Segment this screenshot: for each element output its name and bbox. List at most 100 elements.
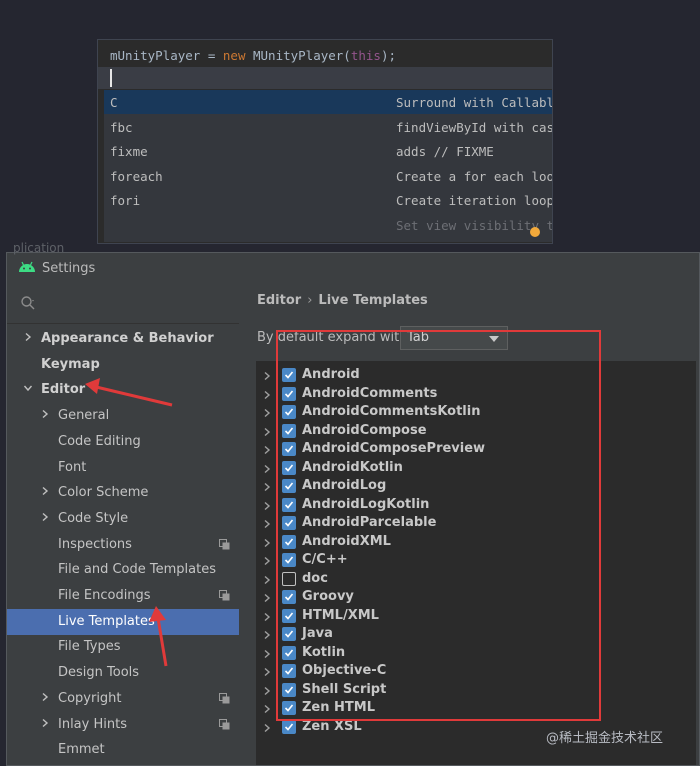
sidebar-item-label: File and Code Templates: [58, 562, 216, 578]
completion-description: Surround with Callable: [396, 95, 553, 110]
chevron-right-icon[interactable]: [262, 501, 272, 511]
chevron-right-icon[interactable]: [262, 408, 272, 418]
project-scope-icon: [219, 718, 230, 729]
sidebar-item-file-and-code-templates[interactable]: File and Code Templates: [7, 557, 239, 583]
sidebar-item-file-types[interactable]: File Types: [7, 634, 239, 660]
completion-item[interactable]: C Surround with Callable: [104, 90, 552, 114]
annotation-arrow-live-templates-icon: [149, 606, 168, 667]
android-icon: [19, 261, 35, 272]
checkmark-icon: [284, 722, 294, 731]
sidebar-item-code-editing[interactable]: Code Editing: [7, 429, 239, 455]
chevron-right-icon[interactable]: [262, 371, 272, 381]
sidebar-item-inspections[interactable]: Inspections: [7, 532, 239, 558]
background-text: plication: [13, 241, 65, 255]
chevron-right-icon[interactable]: [262, 704, 272, 714]
sidebar-item-color-scheme[interactable]: Color Scheme: [7, 480, 239, 506]
breadcrumb: Editor › Live Templates: [257, 293, 428, 308]
chevron-right-icon[interactable]: [262, 427, 272, 437]
sidebar-item-label: Copyright: [58, 690, 122, 706]
chevron-right-icon[interactable]: [23, 332, 33, 342]
sidebar-item-label: File Encodings: [58, 588, 151, 603]
completion-description: Create iteration loop: [396, 193, 553, 208]
completion-item[interactable]: Set view visibility to GONE: [104, 213, 552, 237]
completion-abbreviation: C: [110, 95, 118, 110]
completion-abbreviation: fixme: [110, 144, 148, 159]
code-keyword-new: new: [222, 48, 246, 63]
completion-list[interactable]: C Surround with Callable fbc findViewById w…: [104, 90, 552, 242]
code-editor-popup: mUnityPlayer = new MUnityPlayer(this); C…: [97, 39, 553, 244]
code-tail: );: [380, 48, 396, 63]
chevron-right-icon[interactable]: [262, 612, 272, 622]
sidebar-item-label: Color Scheme: [58, 485, 149, 501]
chevron-right-icon[interactable]: [40, 512, 50, 522]
completion-item[interactable]: foreach Create a for each loop: [104, 164, 552, 188]
dialog-title: Settings: [42, 261, 96, 276]
chevron-right-icon[interactable]: [262, 649, 272, 659]
completion-abbreviation: fbc: [110, 119, 133, 135]
sidebar-item-appearance-behavior[interactable]: Appearance & Behavior: [7, 326, 239, 352]
annotation-arrow-editor-icon: [85, 378, 173, 407]
code-class-call: MUnityPlayer(: [245, 48, 351, 63]
completion-description: findViewById with cast: [396, 119, 553, 135]
sidebar-item-inlay-hints[interactable]: Inlay Hints: [7, 712, 239, 738]
sidebar-item-emmet[interactable]: Emmet: [7, 737, 239, 763]
chevron-right-icon[interactable]: [262, 556, 272, 566]
search-icon[interactable]: [20, 295, 36, 311]
sidebar-item-label: Emmet: [58, 742, 105, 758]
chevron-right-icon[interactable]: [40, 718, 50, 728]
sidebar-item-file-encodings[interactable]: File Encodings: [7, 583, 239, 609]
chevron-right-icon[interactable]: [262, 686, 272, 696]
completion-abbreviation: fori: [110, 193, 141, 208]
chevron-right-icon[interactable]: [40, 486, 50, 496]
sidebar-item-label: Font: [58, 459, 87, 475]
chevron-right-icon[interactable]: [262, 519, 272, 529]
completion-item[interactable]: fixme adds // FIXME: [104, 139, 552, 163]
code-equals: =: [200, 48, 223, 63]
sidebar-item-label: Inspections: [58, 536, 132, 552]
completion-item[interactable]: fori Create iteration loop: [104, 188, 552, 212]
completion-abbreviation: foreach: [110, 168, 163, 184]
search-divider: [7, 323, 239, 324]
chevron-right-icon[interactable]: [262, 593, 272, 603]
chevron-right-icon[interactable]: [262, 390, 272, 400]
code-keyword-this: this: [350, 48, 381, 63]
chevron-right-icon[interactable]: [262, 575, 272, 585]
sidebar-item-label: Keymap: [41, 356, 100, 372]
chevron-right-icon[interactable]: [262, 667, 272, 677]
breadcrumb-separator: ›: [307, 293, 313, 308]
project-scope-icon: [219, 590, 230, 601]
sidebar-item-label: Editor: [41, 382, 86, 398]
code-line: mUnityPlayer = new MUnityPlayer(this);: [110, 48, 396, 63]
sidebar-item-live-templates[interactable]: Live Templates: [7, 608, 239, 635]
breadcrumb-current: Live Templates: [318, 293, 428, 308]
sidebar-item-design-tools[interactable]: Design Tools: [7, 660, 239, 686]
sidebar-item-label: Inlay Hints: [58, 716, 127, 732]
chevron-right-icon[interactable]: [262, 464, 272, 474]
chevron-right-icon[interactable]: [262, 482, 272, 492]
breadcrumb-parent[interactable]: Editor: [257, 293, 301, 308]
annotation-highlight-box: [276, 330, 601, 721]
chevron-right-icon[interactable]: [262, 538, 272, 548]
chevron-right-icon[interactable]: [262, 445, 272, 455]
sidebar-item-label: Appearance & Behavior: [41, 331, 214, 346]
settings-sidebar: Appearance & Behavior Keymap Editor General…: [7, 283, 239, 765]
chevron-down-icon[interactable]: [23, 383, 33, 393]
title-bar: plication Settings: [7, 241, 699, 283]
chevron-right-icon[interactable]: [40, 692, 50, 702]
sidebar-item-code-style[interactable]: Code Style: [7, 506, 239, 532]
code-variable: mUnityPlayer: [110, 48, 201, 63]
chevron-right-icon[interactable]: [40, 409, 50, 419]
completion-item[interactable]: fbc findViewById with cast: [104, 115, 552, 139]
sidebar-item-label: File Types: [58, 639, 121, 655]
template-group-checkbox[interactable]: [282, 719, 296, 734]
current-line[interactable]: [98, 67, 552, 89]
sidebar-item-label: Code Editing: [58, 433, 141, 449]
sidebar-item-font[interactable]: Font: [7, 455, 239, 481]
intention-bulb-icon[interactable]: [530, 227, 540, 237]
chevron-right-icon[interactable]: [262, 723, 272, 733]
sidebar-item-label: Code Style: [58, 510, 129, 526]
chevron-right-icon[interactable]: [262, 630, 272, 640]
project-scope-icon: [219, 692, 230, 704]
completion-description: adds // FIXME: [396, 144, 494, 159]
sidebar-item-copyright[interactable]: Copyright: [7, 686, 239, 712]
